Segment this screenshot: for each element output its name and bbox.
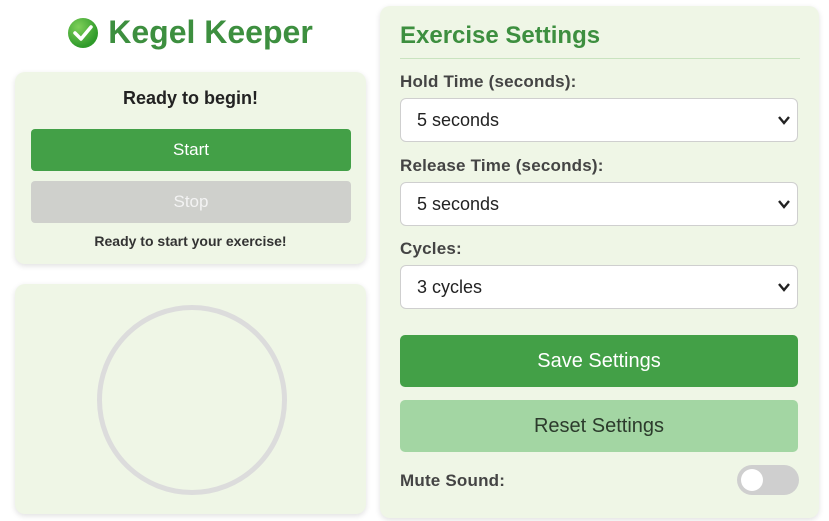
hold-time-value: 5 seconds: [417, 110, 500, 130]
control-panel: Ready to begin! Start Stop Ready to star…: [15, 72, 366, 264]
release-time-value: 5 seconds: [417, 194, 500, 214]
chevron-down-icon: [778, 200, 790, 209]
app-title-text: Kegel Keeper: [108, 14, 313, 50]
settings-title: Exercise Settings: [400, 22, 601, 49]
settings-panel: Exercise Settings Hold Time (seconds): 5…: [380, 6, 819, 518]
settings-divider: [400, 58, 800, 59]
breathing-visualizer: [15, 284, 366, 514]
toggle-knob: [741, 469, 763, 491]
start-button[interactable]: Start: [31, 129, 351, 171]
check-circle-icon: [68, 18, 99, 48]
cycles-select[interactable]: 3 cycles: [400, 265, 798, 309]
hold-time-label: Hold Time (seconds):: [400, 72, 577, 91]
progress-ring: [97, 305, 287, 495]
reset-settings-button[interactable]: Reset Settings: [400, 400, 798, 452]
status-message: Ready to start your exercise!: [94, 233, 287, 249]
app-title: Kegel Keeper: [0, 14, 381, 51]
mute-sound-toggle[interactable]: [737, 465, 799, 495]
release-time-select[interactable]: 5 seconds: [400, 182, 798, 226]
chevron-down-icon: [778, 283, 790, 292]
cycles-label: Cycles:: [400, 239, 462, 258]
save-settings-button[interactable]: Save Settings: [400, 335, 798, 387]
chevron-down-icon: [778, 116, 790, 125]
status-text: Ready to begin!: [122, 88, 258, 108]
hold-time-select[interactable]: 5 seconds: [400, 98, 798, 142]
mute-sound-label: Mute Sound:: [400, 471, 506, 490]
stop-button[interactable]: Stop: [31, 181, 351, 223]
cycles-value: 3 cycles: [417, 277, 483, 297]
release-time-label: Release Time (seconds):: [400, 156, 604, 175]
